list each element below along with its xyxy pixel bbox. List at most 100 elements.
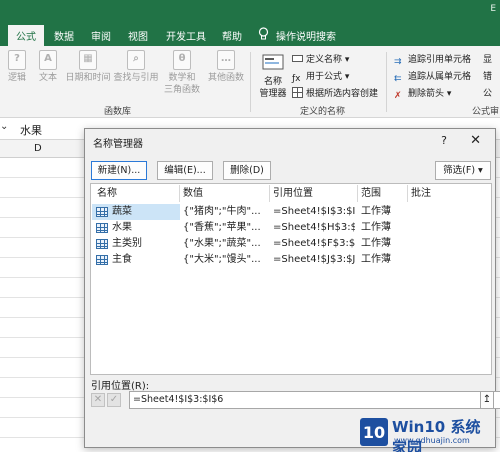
row-value: {"水果";"蔬菜"... <box>183 238 261 249</box>
math-label-2: 三角函数 <box>163 85 200 95</box>
table-row[interactable]: 水果 {"香蕉";"苹果"... =Sheet4!$H$3:$... 工作薄 <box>92 220 490 236</box>
theta-icon: θ <box>173 50 191 70</box>
arrow-icon: ⇉ <box>394 57 402 67</box>
row-name: 主类别 <box>112 238 142 249</box>
svg-text:10: 10 <box>363 423 385 442</box>
column-divider <box>179 185 180 202</box>
row-value: {"猪肉";"牛肉"... <box>183 206 261 217</box>
collapse-dialog-icon[interactable]: ↥ <box>480 391 494 409</box>
define-name-button[interactable]: 定义名称 ▾ <box>292 52 349 65</box>
logical-label: 逻辑 <box>7 73 26 83</box>
row-scope: 工作薄 <box>361 222 391 233</box>
name-range-icon <box>96 207 108 217</box>
column-header-name[interactable]: 名称 <box>97 185 117 203</box>
grid-icon <box>292 87 303 98</box>
row-value: {"香蕉";"苹果"... <box>183 222 261 233</box>
evaluate-button[interactable]: 公 <box>483 86 492 99</box>
row-ref: =Sheet4!$F$3:$... <box>273 238 355 249</box>
tab-view[interactable]: 视图 <box>128 28 148 43</box>
defined-names-label: 定义的名称 <box>300 107 346 117</box>
row-name: 主食 <box>112 254 132 265</box>
column-header-scope[interactable]: 范围 <box>361 185 381 203</box>
row-name: 水果 <box>112 222 132 233</box>
trace-precedents-button[interactable]: ⇉ 追踪引用单元格 <box>394 52 471 68</box>
trace-dependents-button[interactable]: ⇇ 追踪从属单元格 <box>394 69 471 85</box>
text-function-button[interactable]: A 文本 <box>36 50 60 84</box>
create-from-selection-button[interactable]: 根据所选内容创建 <box>292 86 378 99</box>
question-icon: ? <box>8 50 26 70</box>
ribbon-tabs: 公式 数据 审阅 视图 开发工具 帮助 操作说明搜索 <box>0 24 500 46</box>
win10-logo-icon: 10 <box>360 418 388 446</box>
tab-developer[interactable]: 开发工具 <box>166 28 206 43</box>
more-icon: … <box>217 50 235 70</box>
edit-button[interactable]: 编辑(E)... <box>157 161 213 180</box>
row-value: {"大米";"馒头"... <box>183 254 261 265</box>
name-range-icon <box>96 239 108 249</box>
row-name-cell: 主食 <box>92 252 180 268</box>
ribbon-separator <box>250 52 251 112</box>
watermark: 10 Win10 系统家园 www.qdhuajin.com <box>360 412 494 452</box>
more-label: 其他函数 <box>207 73 244 83</box>
text-label: 文本 <box>38 73 57 83</box>
tab-help[interactable]: 帮助 <box>222 28 242 43</box>
delete-button[interactable]: 删除(D) <box>223 161 271 180</box>
row-name: 蔬菜 <box>112 206 132 217</box>
ribbon-separator <box>386 52 387 112</box>
row-scope: 工作薄 <box>361 206 391 217</box>
error-check-button[interactable]: 错 <box>483 69 492 82</box>
more-function-button[interactable]: … 其他函数 <box>206 50 246 84</box>
name-box[interactable]: ⌄ <box>0 121 16 136</box>
filter-button[interactable]: 筛选(F) ▾ <box>435 161 491 180</box>
table-row[interactable]: 主食 {"大米";"馒头"... =Sheet4!$J$3:$J... 工作薄 <box>92 252 490 268</box>
datetime-label: 日期和时间 <box>65 73 111 83</box>
formula-input[interactable]: 水果 <box>20 122 42 138</box>
row-ref: =Sheet4!$I$3:$I... <box>273 206 355 217</box>
new-button[interactable]: 新建(N)... <box>91 161 147 180</box>
name-range-icon <box>96 223 108 233</box>
column-divider <box>357 185 358 202</box>
watermark-title: Win10 系统家园 <box>392 418 481 452</box>
use-in-formula-label: 用于公式 <box>306 72 343 82</box>
fx-icon: ƒx <box>292 74 301 84</box>
show-formulas-button[interactable]: 显 <box>483 52 492 65</box>
row-name-cell: 蔬菜 <box>92 204 180 220</box>
names-list[interactable]: 名称 数值 引用位置 范围 批注 蔬菜 {"猪肉";"牛肉"... =Sheet… <box>90 183 492 375</box>
use-in-formula-button[interactable]: ƒx 用于公式 ▾ <box>292 69 349 85</box>
title-bar: E <box>0 0 500 24</box>
tab-data[interactable]: 数据 <box>54 28 74 43</box>
column-divider <box>269 185 270 202</box>
column-d-header[interactable]: D <box>34 143 42 154</box>
row-name-cell: 水果 <box>92 220 180 236</box>
row-scope: 工作薄 <box>361 238 391 249</box>
cancel-edit-icon[interactable]: ✕ <box>91 393 105 407</box>
tell-me-search[interactable]: 操作说明搜索 <box>276 28 336 43</box>
lookup-function-button[interactable]: ⌕ 查找与引用 <box>112 50 160 84</box>
row-name-cell: 主类别 <box>92 236 180 252</box>
text-a-icon: A <box>39 50 57 70</box>
datetime-function-button[interactable]: ▦ 日期和时间 <box>64 50 112 84</box>
table-row[interactable]: 主类别 {"水果";"蔬菜"... =Sheet4!$F$3:$... 工作薄 <box>92 236 490 252</box>
column-header-comment[interactable]: 批注 <box>411 185 431 203</box>
help-button[interactable]: ? <box>441 134 447 147</box>
refers-to-input[interactable]: =Sheet4!$I$3:$I$6 <box>129 391 500 409</box>
name-range-icon <box>96 255 108 265</box>
remove-arrows-label: 删除箭头 <box>408 89 445 99</box>
math-function-button[interactable]: θ 数学和 三角函数 <box>162 50 202 96</box>
table-row[interactable]: 蔬菜 {"猪肉";"牛肉"... =Sheet4!$I$3:$I... 工作薄 <box>92 204 490 220</box>
name-manager-icon <box>262 54 284 70</box>
confirm-edit-icon[interactable]: ✓ <box>107 393 121 407</box>
lookup-icon: ⌕ <box>127 50 145 70</box>
column-divider <box>407 185 408 202</box>
remove-arrows-button[interactable]: ✗ 删除箭头 ▾ <box>394 86 451 102</box>
row-ref: =Sheet4!$J$3:$J... <box>273 254 355 265</box>
column-header-refers[interactable]: 引用位置 <box>273 185 313 203</box>
arrow-icon: ⇇ <box>394 74 402 84</box>
trace-precedents-label: 追踪引用单元格 <box>408 55 472 65</box>
close-icon[interactable]: ✕ <box>470 133 481 148</box>
tab-review[interactable]: 审阅 <box>91 28 111 43</box>
column-header-value[interactable]: 数值 <box>183 185 203 203</box>
dialog-title: 名称管理器 <box>93 139 143 150</box>
name-manager-button[interactable]: 名称 管理器 <box>256 52 290 100</box>
tab-formulas[interactable]: 公式 <box>8 25 44 46</box>
logical-function-button[interactable]: ? 逻辑 <box>4 50 30 84</box>
